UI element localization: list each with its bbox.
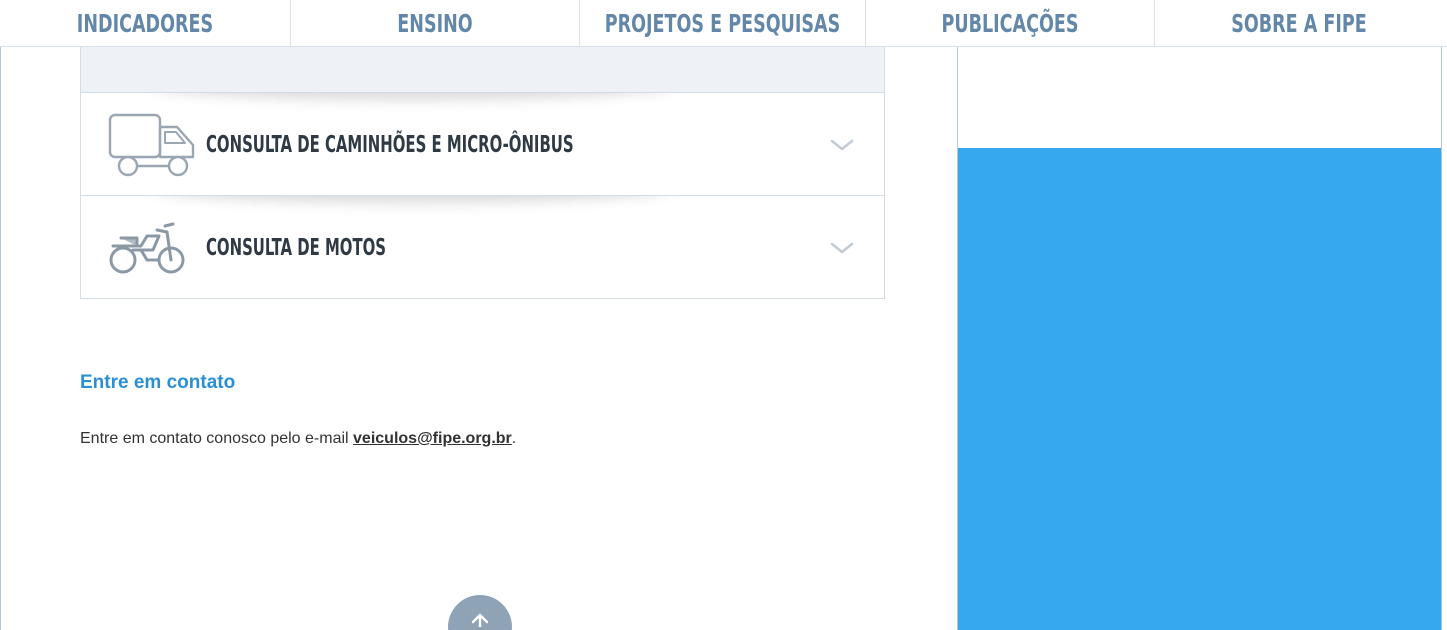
top-nav: INDICADORES ENSINO PROJETOS E PESQUISAS … [0, 0, 1447, 47]
nav-divider [1154, 0, 1155, 47]
page: INDICADORES ENSINO PROJETOS E PESQUISAS … [0, 0, 1447, 630]
tab-ensino[interactable]: ENSINO [323, 0, 548, 47]
nav-divider [579, 0, 580, 47]
accordion-item-caminhoes[interactable]: CONSULTA DE CAMINHÕES E MICRO-ÔNIBUS [80, 93, 885, 196]
content-left-border [0, 47, 1, 630]
truck-icon [107, 111, 197, 184]
contact-text-prefix: Entre em contato conosco pelo e-mail [80, 430, 354, 447]
accordion-item-motos[interactable]: CONSULTA DE MOTOS [80, 196, 885, 299]
contact-text: Entre em contato conosco pelo e-mail vei… [80, 430, 516, 448]
nav-divider [290, 0, 291, 47]
ad-banner[interactable] [958, 148, 1441, 630]
nav-divider [865, 0, 866, 47]
tab-projetos-e-pesquisas[interactable]: PROJETOS E PESQUISAS [605, 0, 840, 47]
motorcycle-icon [107, 220, 189, 281]
tab-indicadores[interactable]: INDICADORES [32, 0, 258, 47]
scroll-to-top-button[interactable] [448, 595, 512, 630]
arrow-up-icon [471, 613, 489, 630]
accordion-item-label: CONSULTA DE CAMINHÕES E MICRO-ÔNIBUS [206, 131, 574, 158]
contact-heading: Entre em contato [80, 372, 236, 393]
tab-publicacoes[interactable]: PUBLICAÇÕES [898, 0, 1123, 47]
contact-email-link[interactable]: veiculos@fipe.org.br [353, 430, 512, 447]
accordion-previous-item [80, 47, 885, 93]
contact-text-suffix: . [511, 430, 517, 447]
content-right-border [1441, 47, 1442, 630]
accordion-item-label: CONSULTA DE MOTOS [206, 234, 387, 261]
chevron-down-icon[interactable] [829, 137, 855, 158]
tab-sobre-a-fipe[interactable]: SOBRE A FIPE [1187, 0, 1412, 47]
chevron-down-icon[interactable] [829, 240, 855, 261]
